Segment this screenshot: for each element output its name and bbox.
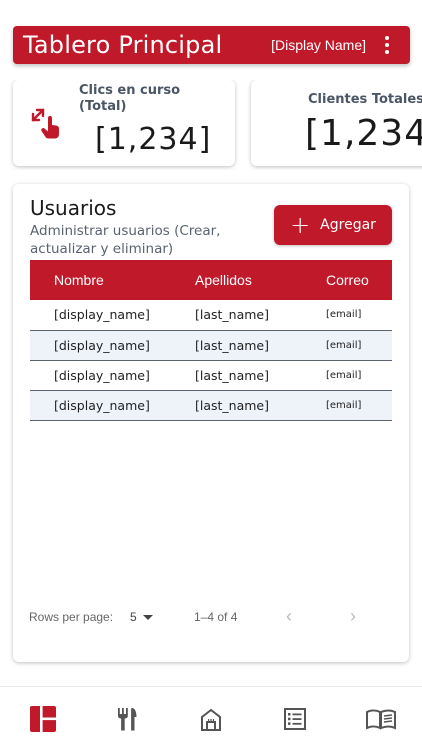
cell-name: [display_name]	[30, 300, 195, 331]
stat-value: [1,234]	[95, 122, 212, 157]
cell-name: [display_name]	[30, 360, 195, 391]
add-button-label: Agregar	[320, 217, 376, 233]
table-row[interactable]: [display_name] [last_name] [email]	[30, 360, 392, 391]
rows-per-page-value: 5	[130, 610, 137, 624]
column-header-nombre[interactable]: Nombre	[30, 260, 195, 300]
dashboard-icon[interactable]	[28, 705, 58, 733]
table-header-row: Nombre Apellidos Correo	[30, 260, 392, 300]
bottom-navigation	[0, 686, 422, 750]
caret-down-icon	[142, 614, 153, 620]
restaurant-icon[interactable]	[112, 705, 142, 733]
cell-email: [email]	[326, 300, 392, 331]
cell-name: [display_name]	[30, 390, 195, 421]
table-row[interactable]: [display_name] [last_name] [email]	[30, 390, 392, 421]
cell-last-name: [last_name]	[195, 360, 326, 391]
rows-per-page-select[interactable]: 5	[130, 610, 153, 624]
pagination-range: 1–4 of 4	[194, 610, 238, 624]
plus-icon: +	[290, 211, 311, 239]
cell-email: [email]	[326, 390, 392, 421]
chevron-left-icon[interactable]: ‹	[286, 606, 292, 627]
stat-card-customers: Clientes Totales [1,234]	[251, 80, 422, 166]
cell-last-name: [last_name]	[195, 390, 326, 421]
table-row[interactable]: [display_name] [last_name] [email]	[30, 330, 392, 361]
stats-row: Clics en curso (Total) [1,234] Clientes …	[0, 80, 422, 170]
store-icon[interactable]	[196, 705, 226, 733]
user-display-name[interactable]: [Display Name]	[271, 37, 366, 53]
users-subtitle: Administrar usuarios (Crear, actualizar …	[30, 223, 221, 257]
users-panel: Usuarios Administrar usuarios (Crear, ac…	[13, 184, 409, 662]
table-row[interactable]: [display_name] [last_name] [email]	[30, 300, 392, 331]
cell-last-name: [last_name]	[195, 300, 326, 331]
add-user-button[interactable]: + Agregar	[274, 205, 392, 245]
page-title: Tablero Principal	[23, 31, 223, 59]
list-icon[interactable]	[280, 705, 310, 733]
stat-card-clicks: Clics en curso (Total) [1,234]	[13, 80, 235, 166]
column-header-correo[interactable]: Correo	[326, 260, 392, 300]
stat-value: [1,234]	[305, 113, 422, 154]
app-bar: Tablero Principal [Display Name]	[13, 26, 410, 64]
column-header-apellidos[interactable]: Apellidos	[195, 260, 326, 300]
stat-label: Clientes Totales	[308, 92, 422, 107]
more-vertical-icon[interactable]	[376, 31, 398, 59]
rows-per-page-label: Rows per page:	[29, 610, 114, 624]
touch-expand-icon	[31, 108, 59, 139]
cell-email: [email]	[326, 330, 392, 361]
chevron-right-icon[interactable]: ›	[350, 606, 356, 627]
cell-name: [display_name]	[30, 330, 195, 361]
users-table: Nombre Apellidos Correo [display_name] […	[30, 260, 392, 421]
cell-email: [email]	[326, 360, 392, 391]
users-title: Usuarios	[30, 196, 117, 220]
stat-label: Clics en curso (Total)	[79, 83, 181, 114]
menu-book-icon[interactable]	[364, 705, 398, 733]
cell-last-name: [last_name]	[195, 330, 326, 361]
table-pagination: Rows per page: 5 1–4 of 4 ‹ ›	[13, 606, 409, 628]
